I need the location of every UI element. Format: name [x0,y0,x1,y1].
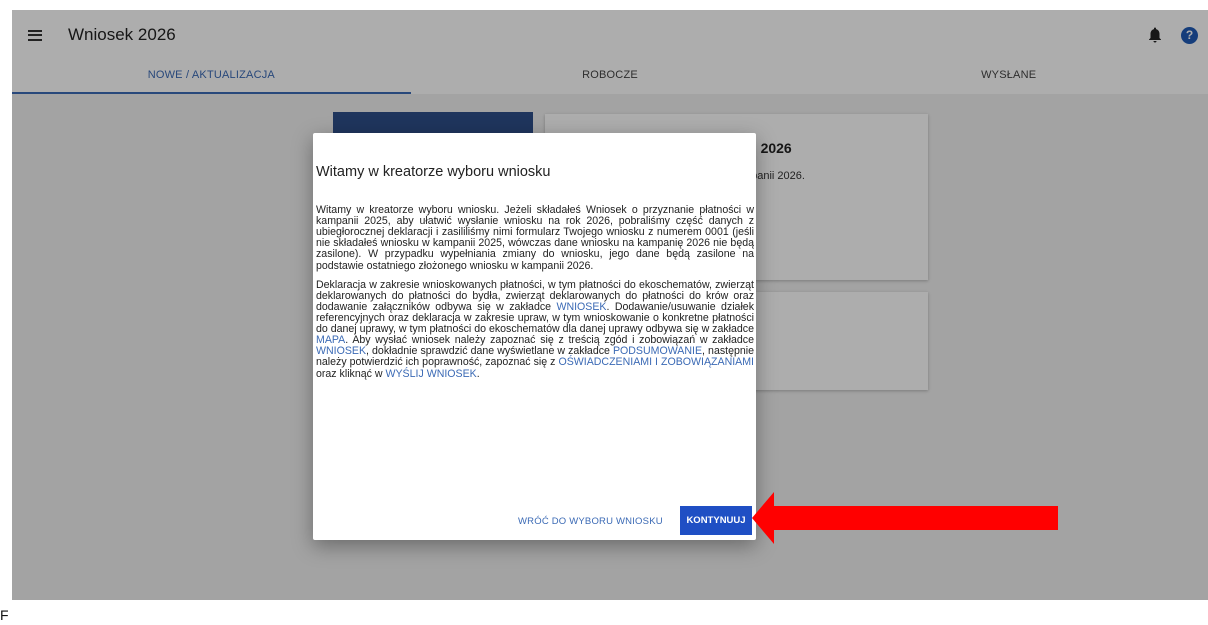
red-arrow-annotation [752,492,1058,544]
dialog-title: Witamy w kreatorze wyboru wniosku [316,164,551,180]
welcome-dialog: Witamy w kreatorze wyboru wniosku Witamy… [313,133,756,540]
dialog-paragraph-1: Witamy w kreatorze wyboru wniosku. Jeżel… [316,204,754,272]
link-oswiadczenia[interactable]: OŚWIADCZENIAMI I ZOBOWIĄZANIAMI [558,356,754,368]
stray-text: F [0,607,9,623]
text-segment: oraz kliknąć w [316,367,386,380]
link-wyslij-wniosek[interactable]: WYŚLIJ WNIOSEK [385,368,476,380]
dialog-body: Witamy w kreatorze wyboru wniosku. Jeżel… [316,204,754,388]
text-segment: . [476,367,480,380]
dialog-paragraph-2: Deklaracja w zakresie wnioskowanych płat… [316,279,754,380]
continue-button[interactable]: KONTYNUUJ [680,506,752,535]
back-to-selection-button[interactable]: WRÓĆ DO WYBORU WNIOSKU [518,516,663,527]
